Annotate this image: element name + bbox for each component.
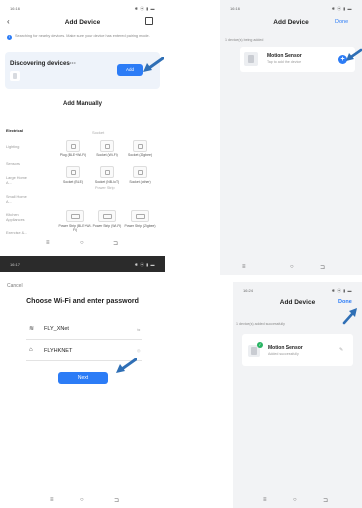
status-bar: 16:16 ✱ ⦿ ▮ ▬ <box>0 0 165 16</box>
pointer-arrow-icon <box>346 48 362 61</box>
device-subtitle: Added successfully <box>268 352 299 356</box>
home-icon[interactable]: ○ <box>290 264 294 270</box>
pointer-arrow-icon <box>116 358 137 373</box>
page-title: Add Device <box>64 19 101 26</box>
power-strip-header: Power Strip <box>95 186 115 190</box>
system-nav-bar: ≡ ○ ⊐ <box>233 494 362 508</box>
category-sensors[interactable]: Sensors <box>6 162 20 166</box>
back-nav-icon[interactable]: ⊐ <box>323 497 328 504</box>
socket-header: Socket <box>92 130 105 135</box>
home-icon[interactable]: ○ <box>80 497 84 503</box>
status-bar: 16:16 ✱ ⦿ ▮ ▬ <box>220 0 362 16</box>
tile-label: Power Strip (Zigbee) <box>124 224 156 228</box>
device-subtitle: Tap to add the device <box>267 60 302 64</box>
add-manually-title: Add Manually <box>62 101 102 107</box>
menu-icon[interactable]: ≡ <box>46 240 50 246</box>
plug-tile-icon[interactable] <box>66 140 80 152</box>
home-icon[interactable]: ○ <box>293 497 297 503</box>
status-time: 16:17 <box>10 262 21 267</box>
tile-label: Plug (BLE+Wi-Fi) <box>59 153 87 157</box>
menu-icon[interactable]: ≡ <box>242 264 246 270</box>
discovered-device-icon <box>10 71 20 81</box>
switch-network-icon[interactable]: ⇆ <box>137 327 140 332</box>
power-strip-tile-icon[interactable] <box>98 210 116 222</box>
pointer-arrow-icon <box>143 57 164 72</box>
pointer-arrow-icon <box>342 308 357 325</box>
password-field[interactable]: FLYHKNET <box>44 348 72 354</box>
wifi-name-field[interactable]: FLY_XNet <box>44 326 69 332</box>
success-check-icon: ✓ <box>257 342 263 348</box>
status-icons: ✱ ⦿ ▮ ▬ <box>134 262 155 267</box>
discovering-title: Discovering devices··· <box>10 60 77 67</box>
screen-device-being-added: 16:16 ✱ ⦿ ▮ ▬ Add Device Done 1 device(s… <box>220 0 362 275</box>
category-kitchen[interactable]: Kitchen Appliances <box>6 213 32 222</box>
device-count: 1 device(s) added successfully <box>236 322 285 326</box>
lock-icon: ⌂ <box>29 347 33 353</box>
menu-icon[interactable]: ≡ <box>263 497 267 503</box>
socket-tile-icon[interactable] <box>100 140 114 152</box>
motion-sensor-icon <box>244 52 258 66</box>
tile-label: Socket (BLE) <box>63 180 83 184</box>
status-bar: 16:24 ✱ ⦿ ▮ ▬ <box>233 282 362 298</box>
cancel-button[interactable]: Cancel <box>7 283 23 289</box>
screen-add-device-discovering: 16:16 ✱ ⦿ ▮ ▬ ‹ Add Device i Searching f… <box>0 0 165 251</box>
system-nav-bar: ≡ ○ ⊐ <box>0 237 165 251</box>
scan-icon[interactable] <box>145 17 153 25</box>
category-lighting[interactable]: Lighting <box>6 145 19 149</box>
category-small-home[interactable]: Small Home A... <box>6 195 28 204</box>
status-bar: 16:17 ✱ ⦿ ▮ ▬ <box>0 256 165 272</box>
category-large-home[interactable]: Large Home A... <box>6 176 28 185</box>
status-icons: ✱ ⦿ ▮ ▬ <box>134 6 155 11</box>
tile-label: Power Strip (Wi-Fi) <box>92 224 122 228</box>
device-name: Motion Sensor <box>268 345 303 351</box>
done-button[interactable]: Done <box>335 19 348 25</box>
edit-pencil-icon[interactable]: ✎ <box>339 347 343 353</box>
system-nav-bar: ≡ ○ ⊐ <box>0 494 165 508</box>
system-nav-bar: ≡ ○ ⊐ <box>220 261 362 275</box>
page-title: Choose Wi-Fi and enter password <box>26 298 139 305</box>
home-icon[interactable]: ○ <box>80 240 84 246</box>
screen-device-added: 16:24 ✱ ⦿ ▮ ▬ Add Device Done 1 device(s… <box>233 282 362 508</box>
back-nav-icon[interactable]: ⊐ <box>320 264 325 271</box>
tile-label: Socket (other) <box>129 180 151 184</box>
status-time: 16:24 <box>243 288 254 293</box>
device-name: Motion Sensor <box>267 53 302 59</box>
tile-label: Socket (Zigbee) <box>128 153 152 157</box>
tile-label: Socket (NB-IoT) <box>94 180 120 184</box>
status-time: 16:16 <box>10 6 21 11</box>
back-nav-icon[interactable]: ⊐ <box>114 497 119 504</box>
power-strip-tile-icon[interactable] <box>131 210 149 222</box>
socket-tile-icon[interactable] <box>133 140 147 152</box>
show-password-eye-icon[interactable]: ◎ <box>137 348 141 353</box>
category-exercise[interactable]: Exercise &... <box>6 231 27 235</box>
divider <box>26 339 142 340</box>
device-count: 1 device(s) being added <box>225 38 264 42</box>
next-button[interactable]: Next <box>58 372 108 384</box>
category-electrical[interactable]: Electrical <box>6 129 23 133</box>
done-button[interactable]: Done <box>338 299 352 305</box>
wifi-icon: ≋ <box>29 326 35 332</box>
tile-label: Socket (Wi-Fi) <box>96 153 118 157</box>
screen-choose-wifi: 16:17 ✱ ⦿ ▮ ▬ Cancel Choose Wi-Fi and en… <box>0 256 165 508</box>
status-icons: ✱ ⦿ ▮ ▬ <box>331 6 352 11</box>
socket-tile-icon[interactable] <box>66 166 80 178</box>
menu-icon[interactable]: ≡ <box>50 497 54 503</box>
socket-tile-icon[interactable] <box>100 166 114 178</box>
socket-tile-icon[interactable] <box>133 166 147 178</box>
status-icons: ✱ ⦿ ▮ ▬ <box>331 288 352 293</box>
search-hint: Searching for nearby devices. Make sure … <box>15 34 150 38</box>
tile-label: Power Strip (BLE+Wi-Fi) <box>58 224 92 232</box>
status-time: 16:16 <box>230 6 241 11</box>
power-strip-tile-icon[interactable] <box>66 210 84 222</box>
info-icon: i <box>7 35 12 40</box>
back-nav-icon[interactable]: ⊐ <box>113 240 118 247</box>
